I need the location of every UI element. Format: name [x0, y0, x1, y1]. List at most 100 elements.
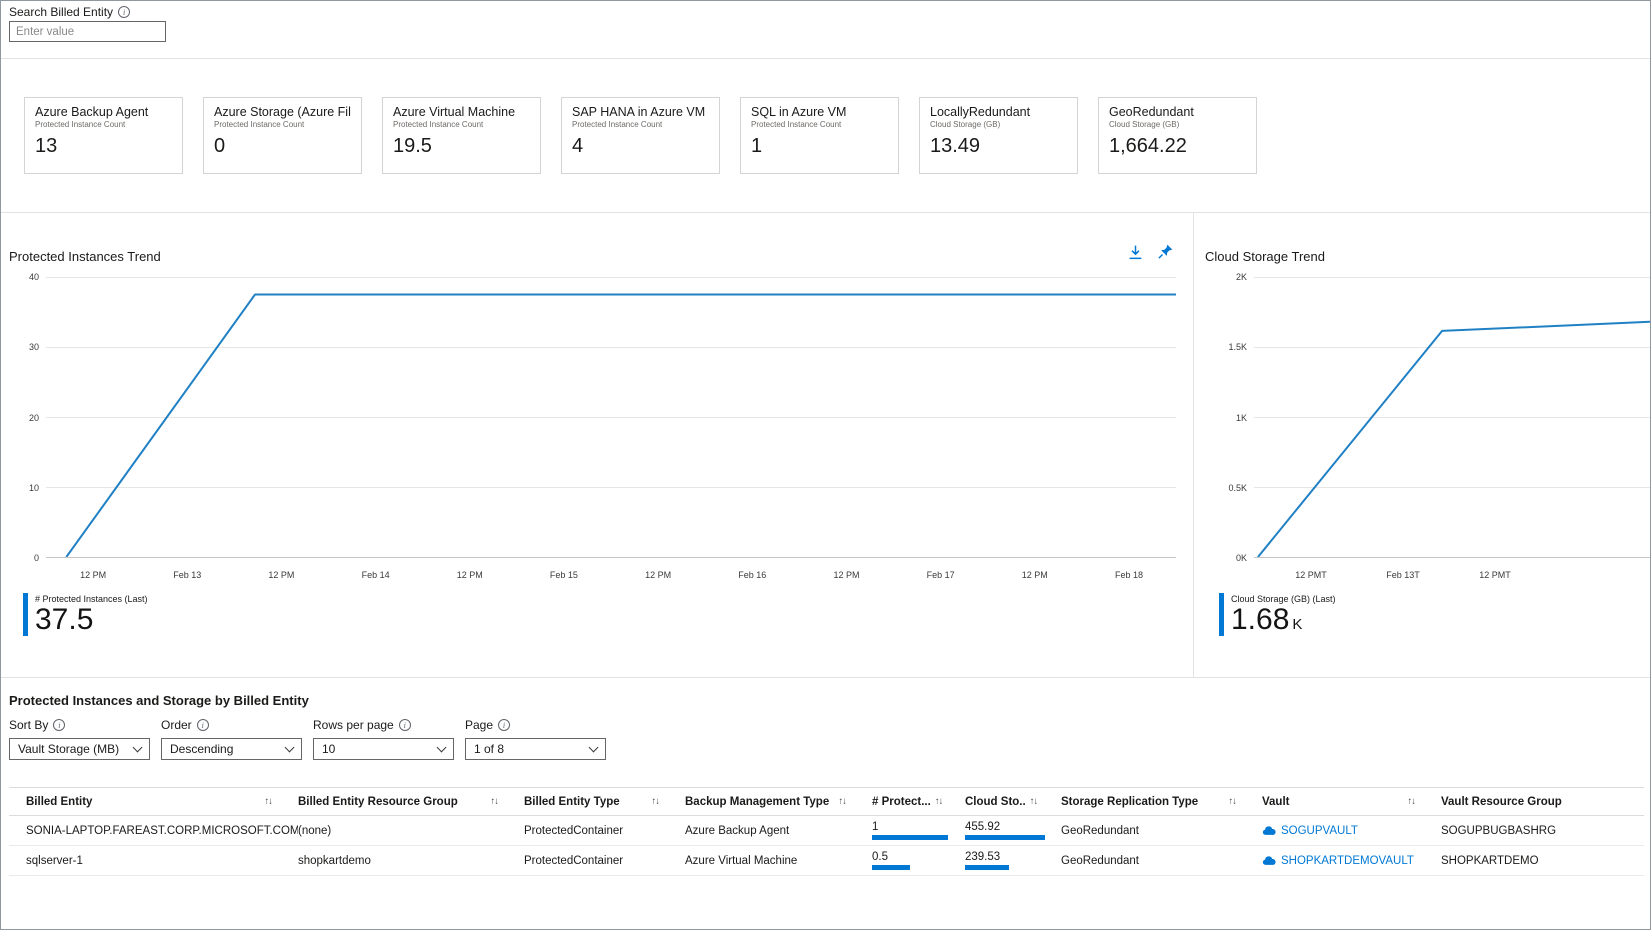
- x-tick: 12 PMT: [1295, 570, 1327, 580]
- card-subtitle: Protected Instance Count: [35, 120, 126, 129]
- section-divider: [1, 212, 1650, 213]
- chart2-line-series: [1254, 277, 1650, 557]
- legend-value-number: 1.68: [1231, 603, 1290, 636]
- col-backup-mgmt-type-header[interactable]: Backup Management Type ↑↓: [685, 796, 872, 808]
- x-tick: 12 PM: [456, 570, 483, 580]
- sort-icon[interactable]: ↑↓: [491, 796, 499, 807]
- filter-label: Rows per page i: [313, 718, 454, 732]
- entity-type-cell: ProtectedContainer: [524, 824, 624, 837]
- table-row: SONIA-LAPTOP.FAREAST.CORP.MICROSOFT.COM …: [9, 816, 1644, 846]
- cloud-storage-cell: 239.53: [965, 851, 1061, 870]
- billed-entity-cell: sqlserver-1: [26, 854, 83, 867]
- chart1-title: Protected Instances Trend: [9, 249, 161, 264]
- search-label: Search Billed Entity i: [9, 5, 131, 19]
- chevron-down-icon: [436, 742, 447, 752]
- card-value: 13.49: [930, 135, 981, 157]
- col-vault-resource-group-header[interactable]: Vault Resource Group: [1441, 796, 1644, 808]
- x-tick: 12 PM: [1021, 570, 1048, 580]
- col-billed-entity-header[interactable]: Billed Entity ↑↓: [26, 796, 298, 808]
- data-bar: [965, 865, 1009, 870]
- sort-icon[interactable]: ↑↓: [1408, 796, 1416, 807]
- legend-marker: [23, 593, 28, 637]
- billed-entity-section-title: Protected Instances and Storage by Bille…: [9, 693, 309, 708]
- card-subtitle: Cloud Storage (GB): [930, 120, 1001, 129]
- backup-mgmt-type-cell: Azure Virtual Machine: [685, 854, 798, 867]
- vault-link[interactable]: SHOPKARTDEMOVAULT: [1262, 855, 1441, 867]
- sort-icon[interactable]: ↑↓: [839, 796, 847, 807]
- col-resource-group-header[interactable]: Billed Entity Resource Group ↑↓: [298, 796, 524, 808]
- page-dropdown[interactable]: 1 of 8: [465, 738, 606, 760]
- col-replication-type-header[interactable]: Storage Replication Type ↑↓: [1061, 796, 1262, 808]
- x-tick: Feb 18: [1114, 570, 1143, 580]
- sort-icon[interactable]: ↑↓: [652, 796, 660, 807]
- protected-count-cell: 0.5: [872, 851, 965, 870]
- order-dropdown[interactable]: Descending: [161, 738, 302, 760]
- card-value: 0: [214, 135, 226, 157]
- kpi-card-geo-redundant: GeoRedundant Cloud Storage (GB) 1,664.22: [1098, 97, 1257, 174]
- info-icon[interactable]: i: [196, 719, 209, 731]
- info-icon[interactable]: i: [53, 719, 66, 731]
- download-icon[interactable]: [1127, 244, 1144, 266]
- legend-value-unit: K: [1292, 616, 1303, 633]
- col-vault-header[interactable]: Vault ↑↓: [1262, 796, 1441, 808]
- y-tick: 0K: [1235, 553, 1247, 563]
- x-tick: 12 PM: [833, 570, 860, 580]
- y-tick: 40: [28, 272, 39, 282]
- y-tick: 2K: [1235, 272, 1247, 282]
- sort-icon[interactable]: ↑↓: [1229, 796, 1237, 807]
- card-subtitle: Protected Instance Count: [214, 120, 305, 129]
- kpi-cards-row: Azure Backup Agent Protected Instance Co…: [24, 97, 1257, 174]
- sort-by-dropdown[interactable]: Vault Storage (MB): [9, 738, 150, 760]
- data-bar: [965, 835, 1045, 840]
- filter-rows-per-page: Rows per page i 10: [313, 718, 454, 760]
- vault-link[interactable]: SOGUPVAULT: [1262, 825, 1441, 837]
- legend-value-number: 37.5: [35, 603, 94, 636]
- card-title: Azure Storage (Azure Fil...: [214, 105, 351, 119]
- y-tick: 20: [28, 412, 39, 423]
- card-title: GeoRedundant: [1109, 105, 1194, 119]
- x-tick: 12 PM: [645, 570, 672, 580]
- replication-type-cell: GeoRedundant: [1061, 824, 1140, 837]
- vault-resource-group-cell: SOGUPBUGBASHRG: [1441, 824, 1557, 837]
- card-subtitle: Protected Instance Count: [751, 120, 842, 129]
- backup-report-page: Search Billed Entity i Azure Backup Agen…: [0, 0, 1651, 930]
- resource-group-cell: shopkartdemo: [298, 854, 371, 867]
- pin-icon[interactable]: [1157, 243, 1174, 265]
- info-icon[interactable]: i: [498, 719, 511, 731]
- chevron-down-icon: [284, 742, 295, 752]
- search-label-text: Search Billed Entity: [9, 5, 114, 19]
- col-entity-type-header[interactable]: Billed Entity Type ↑↓: [524, 796, 685, 808]
- chart1-line-series: [46, 277, 1176, 557]
- search-input[interactable]: [9, 21, 166, 42]
- info-icon[interactable]: i: [118, 6, 131, 18]
- info-icon[interactable]: i: [398, 719, 411, 731]
- vault-cloud-icon: [1262, 826, 1276, 835]
- col-cloud-storage-header[interactable]: Cloud Sto.. ↑↓: [965, 796, 1061, 808]
- resource-group-cell: (none): [298, 824, 332, 837]
- card-value: 19.5: [393, 135, 432, 157]
- table-filters: Sort By i Vault Storage (MB) Order i Des…: [9, 718, 649, 766]
- filter-page: Page i 1 of 8: [465, 718, 606, 760]
- billed-entity-table: Billed Entity ↑↓ Billed Entity Resource G…: [9, 787, 1644, 876]
- card-title: SAP HANA in Azure VM: [572, 105, 706, 119]
- x-tick: Feb 13T: [1386, 570, 1420, 580]
- y-tick: 30: [28, 342, 39, 353]
- sort-icon[interactable]: ↑↓: [935, 796, 943, 807]
- legend-value: 1.68 K: [1231, 603, 1336, 636]
- chart1-x-axis: 12 PM Feb 13 12 PM Feb 14 12 PM Feb 15 1…: [46, 570, 1176, 580]
- sort-icon[interactable]: ↑↓: [265, 796, 273, 807]
- col-protected-count-header[interactable]: # Protect... ↑↓: [872, 796, 965, 808]
- filter-order: Order i Descending: [161, 718, 302, 760]
- card-subtitle: Protected Instance Count: [393, 120, 484, 129]
- card-title: LocallyRedundant: [930, 105, 1031, 119]
- data-bar: [872, 865, 910, 870]
- replication-type-cell: GeoRedundant: [1061, 854, 1140, 867]
- sort-icon[interactable]: ↑↓: [1030, 796, 1038, 807]
- y-tick: 0: [33, 553, 39, 563]
- filter-label: Order i: [161, 718, 302, 732]
- table-row: sqlserver-1 shopkartdemo ProtectedContai…: [9, 846, 1644, 876]
- card-value: 1,664.22: [1109, 135, 1187, 157]
- y-tick: 1.5K: [1228, 342, 1247, 353]
- rows-per-page-dropdown[interactable]: 10: [313, 738, 454, 760]
- card-value: 13: [35, 135, 58, 157]
